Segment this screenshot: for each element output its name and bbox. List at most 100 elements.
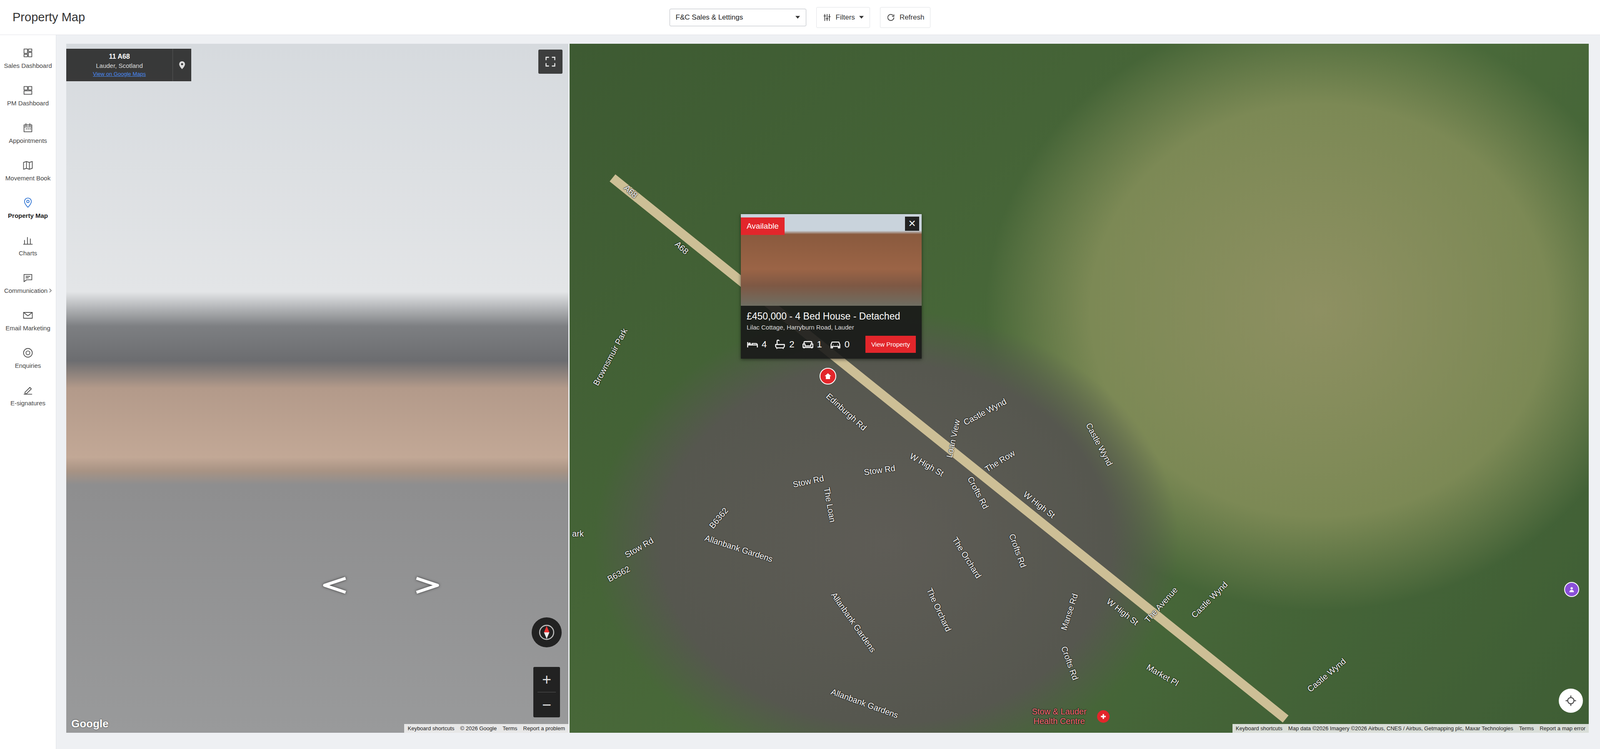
compass-icon — [535, 621, 558, 644]
map-footer: Keyboard shortcuts Map data ©2026 Imagery… — [1232, 724, 1589, 733]
pin-icon — [177, 60, 188, 70]
road-label: The Row — [983, 448, 1017, 475]
pin-icon — [22, 197, 34, 209]
road-label: W High St — [907, 451, 945, 479]
poi-marker[interactable] — [1564, 582, 1580, 598]
sidebar-item[interactable]: Property Map — [0, 189, 56, 227]
street-view-panel[interactable]: 11 A68 Lauder, Scotland View on Google M… — [66, 43, 569, 733]
sidebar-item[interactable]: Enquiries — [0, 339, 56, 377]
property-feature: 4 — [746, 338, 767, 351]
footer-link[interactable]: Keyboard shortcuts — [1235, 725, 1283, 732]
refresh-label: Refresh — [899, 13, 925, 22]
property-marker[interactable] — [819, 367, 837, 385]
road-label: Castle Wynd — [962, 396, 1009, 428]
sidebar-item[interactable]: PM Dashboard — [0, 76, 56, 115]
street-view-info-box: 11 A68 Lauder, Scotland View on Google M… — [66, 48, 192, 82]
satellite-map[interactable]: A68A68Brownsmuir ParkEdinburgh RdCastle … — [569, 43, 1589, 733]
sidebar-label: Movement Book — [5, 174, 51, 182]
road-label: ark — [572, 529, 584, 539]
place-label: Stow & Lauder Health Centre — [1023, 707, 1095, 727]
road-label: The Orchard — [924, 586, 953, 633]
chart-icon — [22, 234, 34, 247]
sidebar-item[interactable]: Movement Book — [0, 151, 56, 190]
road-label: B6362 — [707, 505, 731, 531]
place-marker[interactable]: Stow & Lauder Health Centre — [1023, 707, 1110, 727]
dashboard-icon — [22, 84, 34, 97]
google-maps-link[interactable]: View on Google Maps — [68, 70, 170, 78]
sidebar-item[interactable]: Appointments — [0, 114, 56, 152]
zoom-controls: + − — [533, 667, 560, 718]
feature-count: 0 — [844, 339, 850, 350]
arrow-right-icon[interactable] — [412, 575, 443, 596]
road-label: Brownsmuir Park — [591, 326, 630, 388]
footer-link[interactable]: Terms — [502, 725, 518, 732]
road-label: Crofts Rd — [1059, 645, 1081, 682]
pen-icon — [22, 384, 34, 397]
property-feature: 0 — [829, 338, 850, 351]
road-label: The Orchard — [950, 535, 984, 580]
road-label: Market Pl — [1145, 662, 1181, 689]
feature-count: 4 — [761, 339, 767, 350]
caret-down-icon — [859, 15, 864, 19]
sidebar-label: Sales Dashboard — [3, 62, 52, 70]
feature-count: 2 — [789, 339, 795, 350]
sidebar-label: PM Dashboard — [7, 99, 49, 107]
target-icon — [22, 347, 34, 359]
book-icon — [22, 159, 34, 172]
top-bar: Property Map F&C Sales & Lettings Filter… — [0, 0, 1600, 35]
sidebar-item[interactable]: Communication — [0, 264, 56, 302]
sidebar-label: Communication — [4, 287, 48, 295]
sidebar-label: Charts — [18, 249, 38, 257]
fullscreen-button[interactable] — [538, 49, 563, 74]
property-map-page: Property Map F&C Sales & Lettings Filter… — [0, 0, 1600, 749]
branch-select[interactable]: F&C Sales & Lettings — [669, 8, 807, 27]
sliders-icon — [822, 12, 832, 23]
bathrooms-icon — [774, 338, 786, 351]
my-location-button[interactable] — [1558, 688, 1583, 713]
sidebar-item[interactable]: Sales Dashboard — [0, 39, 56, 77]
poi-icon — [1567, 585, 1577, 595]
view-property-button[interactable]: View Property — [865, 335, 916, 353]
road-label: Crofts Rd — [1007, 532, 1029, 569]
house-icon — [822, 371, 833, 382]
close-button[interactable]: × — [905, 216, 920, 231]
footer-link[interactable]: © 2026 Google — [460, 725, 498, 732]
street-view-subtitle: Lauder, Scotland — [68, 62, 170, 70]
sidebar-item[interactable]: Email Marketing — [0, 301, 56, 340]
calendar-icon — [22, 122, 34, 134]
sidebar-label: Enquiries — [15, 362, 42, 370]
road-label: Castle Wynd — [1083, 421, 1115, 468]
sidebar-item[interactable]: Charts — [0, 226, 56, 265]
status-badge: Available — [740, 217, 785, 235]
chevron-right-icon — [48, 288, 52, 293]
road-label: Edinburgh Rd — [824, 391, 869, 433]
road-label: B6362 — [605, 564, 632, 584]
footer-link[interactable]: Terms — [1519, 725, 1534, 732]
road-label: Allanbank Gardens — [829, 590, 878, 655]
dashboard-icon — [22, 47, 34, 59]
envelope-icon — [22, 309, 34, 322]
property-title: £450,000 - 4 Bed House - Detached — [746, 310, 916, 323]
filters-button[interactable]: Filters — [816, 7, 870, 28]
arrow-left-icon[interactable] — [319, 575, 350, 596]
zoom-in-button[interactable]: + — [533, 667, 560, 693]
fullscreen-icon — [544, 55, 557, 68]
road-label: Stow Rd — [623, 535, 656, 560]
caret-down-icon — [795, 15, 800, 19]
road-label: Castle Wynd — [1305, 656, 1348, 695]
road-label: Stow Rd — [792, 473, 825, 490]
zoom-out-button[interactable]: − — [533, 692, 560, 718]
footer-link[interactable]: Map data ©2026 Imagery ©2026 Airbus, CNE… — [1288, 725, 1514, 732]
road-label: Manse Rd — [1059, 592, 1080, 632]
road-label: Allanbank Gardens — [829, 687, 900, 721]
compass-button[interactable] — [531, 617, 562, 648]
sidebar-label: Property Map — [7, 212, 48, 220]
refresh-button[interactable]: Refresh — [880, 7, 931, 28]
location-button[interactable] — [172, 48, 192, 82]
footer-link[interactable]: Keyboard shortcuts — [407, 725, 455, 732]
sidebar-item[interactable]: E-signatures — [0, 376, 56, 415]
feature-count: 1 — [817, 339, 823, 350]
footer-link[interactable]: Report a map error — [1539, 725, 1586, 732]
sidebar-label: Appointments — [8, 137, 48, 145]
footer-link[interactable]: Report a problem — [523, 725, 565, 732]
